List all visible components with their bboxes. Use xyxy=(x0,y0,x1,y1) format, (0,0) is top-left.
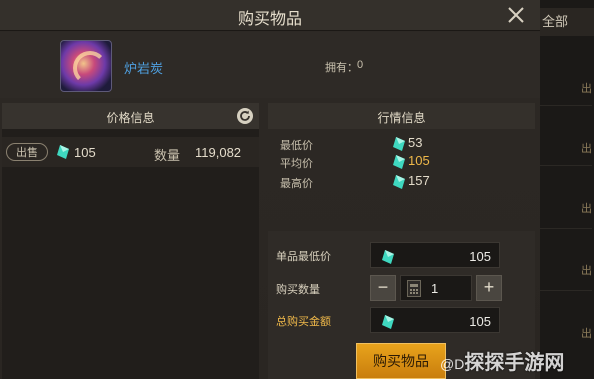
close-icon[interactable] xyxy=(504,3,528,27)
quantity-stepper[interactable]: 1 xyxy=(400,275,472,301)
total-amount-field: 105 xyxy=(370,307,500,333)
buy-item-button[interactable]: 购买物品 xyxy=(356,343,446,379)
watermark-brand: 探探手游网 xyxy=(464,352,565,374)
item-name: 炉岩炭 xyxy=(124,61,164,76)
total-amount-label: 总购买金额 xyxy=(276,316,331,328)
dialog-title: 购买物品 xyxy=(237,11,302,28)
owned-label: 拥有： xyxy=(325,62,358,74)
unit-price-value: 105 xyxy=(469,249,491,264)
market-row-min: 最低价 53 xyxy=(280,135,440,153)
avg-price-value: 105 xyxy=(408,153,430,168)
min-price-label: 最低价 xyxy=(280,140,313,152)
dialog-title-bar: 购买物品 xyxy=(0,0,540,31)
gem-icon xyxy=(382,315,394,329)
side-tab-all[interactable]: 全部 xyxy=(536,8,594,36)
price-info-panel: 价格信息 出售 105 数量 119,082 xyxy=(2,103,259,379)
listing-quantity: 119,082 xyxy=(195,145,242,160)
divider xyxy=(538,228,592,229)
market-row-max: 最高价 157 xyxy=(280,173,440,191)
market-info-title: 行情信息 xyxy=(377,111,426,125)
divider xyxy=(538,105,592,106)
min-price-value: 53 xyxy=(408,135,423,150)
decrease-quantity-button[interactable]: − xyxy=(370,275,396,301)
side-list-item[interactable]: 出 xyxy=(581,200,592,216)
increase-quantity-button[interactable]: + xyxy=(476,275,502,301)
refresh-icon[interactable] xyxy=(236,107,254,125)
avg-price-label: 平均价 xyxy=(280,158,313,170)
side-panel: 全部 出 出 出 出 出 xyxy=(536,0,594,379)
gem-icon xyxy=(393,137,405,151)
owned-value: 0 xyxy=(357,59,364,71)
max-price-value: 157 xyxy=(408,173,430,188)
total-amount-value: 105 xyxy=(469,314,491,329)
gem-icon xyxy=(393,175,405,189)
listing-quantity-label: 数量 xyxy=(154,148,181,163)
quantity-value[interactable]: 1 xyxy=(431,281,438,296)
unit-price-field: 105 xyxy=(370,242,500,268)
market-panel: 行情信息 最低价 53 平均价 105 最高价 157 单品最低价 105 购买… xyxy=(268,103,535,379)
divider xyxy=(538,290,592,291)
listing-row[interactable]: 出售 105 数量 119,082 xyxy=(2,137,259,167)
market-info-header: 行情信息 xyxy=(268,103,535,129)
watermark-text: @D xyxy=(440,356,465,372)
item-header xyxy=(0,32,540,98)
lava-coal-orb-icon xyxy=(60,40,112,92)
side-list-item[interactable]: 出 xyxy=(581,325,592,341)
max-price-label: 最高价 xyxy=(280,178,313,190)
buy-quantity-label: 购买数量 xyxy=(276,284,320,296)
gem-icon xyxy=(57,145,69,159)
gem-icon xyxy=(382,250,394,264)
calculator-icon[interactable] xyxy=(407,280,421,297)
market-row-avg: 平均价 105 xyxy=(280,153,440,171)
listing-price: 105 xyxy=(74,145,96,160)
price-info-header: 价格信息 xyxy=(2,103,259,129)
gem-icon xyxy=(393,155,405,169)
watermark: @D探探手游网 xyxy=(440,346,564,375)
side-list-item[interactable]: 出 xyxy=(581,262,592,278)
side-list-item[interactable]: 出 xyxy=(581,140,592,156)
sell-tag[interactable]: 出售 xyxy=(6,143,48,161)
side-list-item[interactable]: 出 xyxy=(581,80,592,96)
unit-price-label: 单品最低价 xyxy=(276,251,331,263)
buy-item-dialog: 购买物品 炉岩炭 拥有： 0 价格信息 出售 105 数量 119,082 行情… xyxy=(0,0,540,379)
divider xyxy=(538,165,592,166)
price-info-title: 价格信息 xyxy=(106,111,155,125)
